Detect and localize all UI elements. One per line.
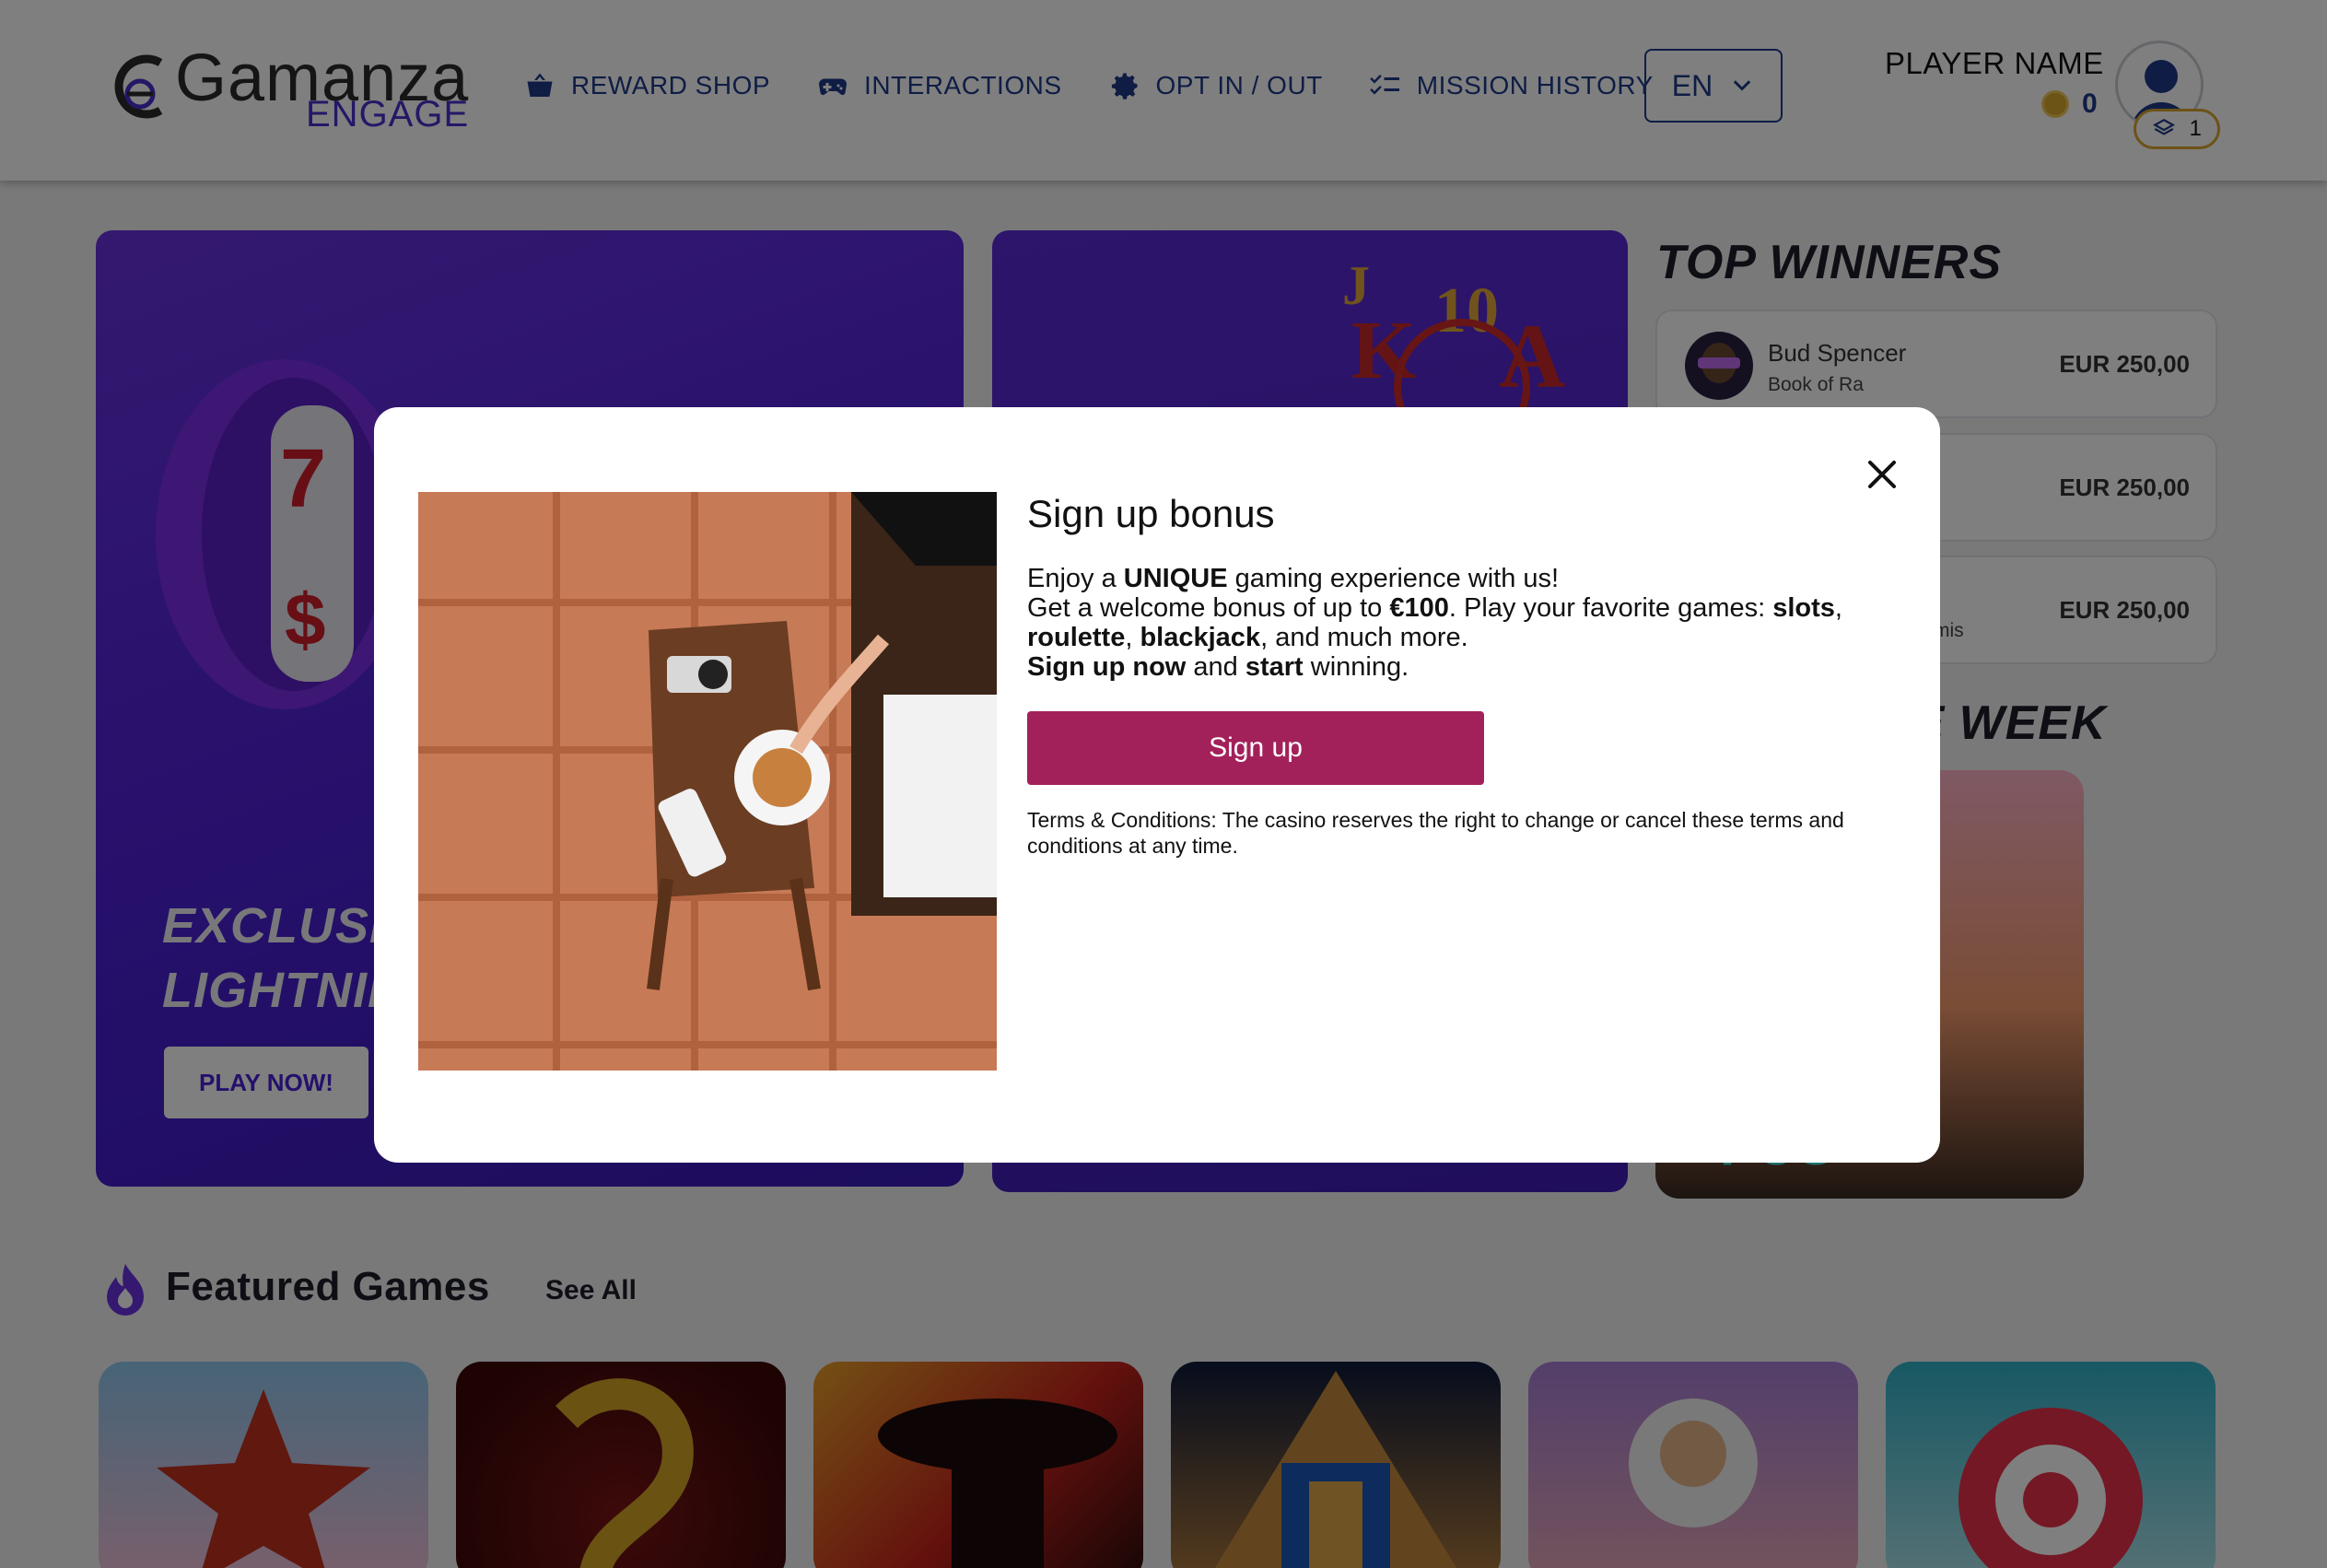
text: and bbox=[1186, 652, 1245, 682]
text: Enjoy a bbox=[1027, 564, 1124, 593]
text: , bbox=[1125, 623, 1140, 652]
text: winning. bbox=[1303, 652, 1409, 682]
description-line-2: Get a welcome bonus of up to €100. Play … bbox=[1027, 593, 1912, 652]
text-bold: roulette bbox=[1027, 623, 1126, 652]
text: , and much more. bbox=[1260, 623, 1468, 652]
signup-bonus-modal: Sign up bonus Enjoy a UNIQUE gaming expe… bbox=[374, 407, 1940, 1163]
text-bold: blackjack bbox=[1140, 623, 1261, 652]
text: . Play your favorite games: bbox=[1448, 593, 1773, 623]
description-line-3: Sign up now and start winning. bbox=[1027, 652, 1912, 682]
text-bold: Sign up now bbox=[1027, 652, 1187, 682]
modal-description: Enjoy a UNIQUE gaming experience with us… bbox=[1027, 564, 1912, 682]
terms-and-conditions: Terms & Conditions: The casino reserves … bbox=[1027, 808, 1844, 858]
coffee-table-photo bbox=[418, 492, 997, 1071]
text: Get a welcome bonus of up to bbox=[1027, 593, 1390, 623]
text: gaming experience with us! bbox=[1227, 564, 1560, 593]
text-bold: start bbox=[1245, 652, 1304, 682]
close-icon[interactable] bbox=[1857, 450, 1907, 499]
text-bold: €100 bbox=[1389, 593, 1449, 623]
text-bold: UNIQUE bbox=[1123, 564, 1228, 593]
modal-title: Sign up bonus bbox=[1027, 492, 1275, 535]
text-bold: slots bbox=[1772, 593, 1835, 623]
text: , bbox=[1834, 593, 1842, 623]
description-line-1: Enjoy a UNIQUE gaming experience with us… bbox=[1027, 564, 1912, 593]
sign-up-button[interactable]: Sign up bbox=[1027, 711, 1484, 785]
